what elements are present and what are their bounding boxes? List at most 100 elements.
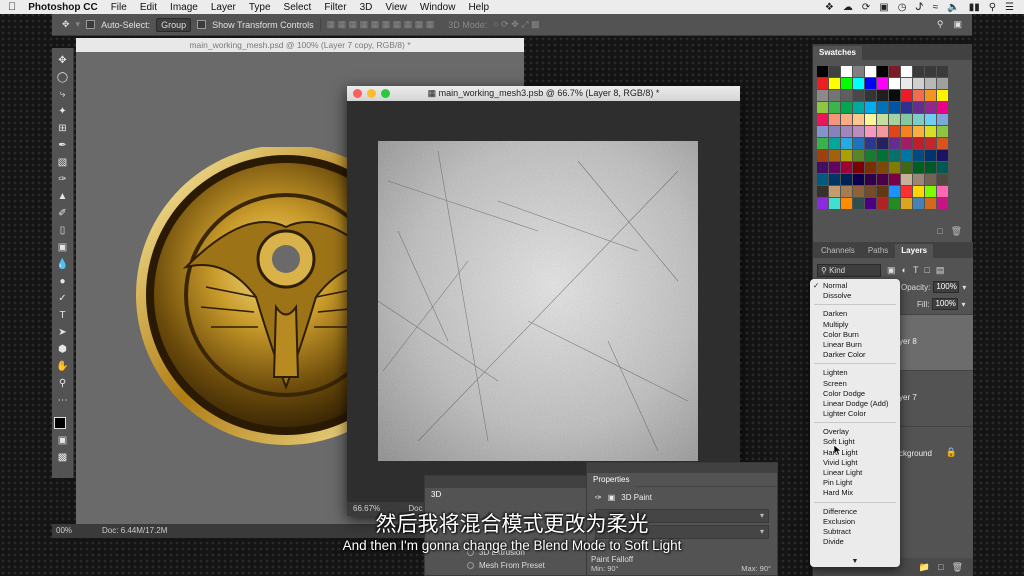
swatch-cell[interactable] [925,150,936,161]
swatch-cell[interactable] [817,150,828,161]
layer-name[interactable]: yer 7 [899,393,917,402]
swatch-cell[interactable] [913,90,924,101]
blend-mode-item[interactable]: Color Burn [810,330,900,340]
swatch-cell[interactable] [853,174,864,185]
swatch-cell[interactable] [889,150,900,161]
swatch-cell[interactable] [841,174,852,185]
menu-layer[interactable]: Layer [211,2,236,13]
canvas-area-front[interactable] [347,101,740,502]
layer-name[interactable]: yer 8 [899,337,917,346]
document-titlebar-front[interactable]: ▦ main_working_mesh3.psb @ 66.7% (Layer … [347,86,740,101]
notification-icon[interactable]: ☰ [1005,2,1014,13]
swatch-cell[interactable] [889,138,900,149]
display-icon[interactable]: ▣ [879,2,888,13]
blend-mode-item[interactable]: Vivid Light [810,458,900,468]
blend-mode-item[interactable]: Dissolve [810,291,900,301]
scratched-metal-texture[interactable] [378,141,698,461]
swatch-cell[interactable] [889,90,900,101]
swatch-cell[interactable] [913,186,924,197]
new-layer-icon[interactable]: □ [938,562,943,572]
swatch-cell[interactable] [841,138,852,149]
type-filter-icon[interactable]: T [913,265,919,275]
foreground-color[interactable] [53,417,66,429]
path-selection-icon[interactable]: ➤ [55,326,71,340]
sync-icon[interactable]: ⟳ [862,2,870,13]
swatch-cell[interactable] [925,138,936,149]
swatch-cell[interactable] [817,102,828,113]
new-group-icon[interactable]: 📁 [919,562,930,573]
swatch-cell[interactable] [865,150,876,161]
max-value[interactable]: 90° [760,564,771,573]
swatch-cell[interactable] [841,102,852,113]
scroll-down-icon[interactable]: ▼ [810,558,900,565]
swatch-cell[interactable] [817,186,828,197]
fill-input[interactable]: 100% [932,298,959,310]
app-name[interactable]: Photoshop CC [28,2,97,13]
swatch-cell[interactable] [841,150,852,161]
swatch-cell[interactable] [829,186,840,197]
blend-mode-item[interactable]: Hard Mix [810,488,900,498]
menu-select[interactable]: Select [284,2,312,13]
swatch-cell[interactable] [889,102,900,113]
swatch-cell[interactable] [829,102,840,113]
gradient-tool-icon[interactable]: ▣ [55,241,71,255]
swatch-cell[interactable] [901,90,912,101]
swatch-cell[interactable] [889,162,900,173]
swatch-cell[interactable] [889,78,900,89]
swatch-cell[interactable] [925,90,936,101]
option-mesh-from-preset[interactable]: Mesh From Preset [425,559,591,572]
swatch-cell[interactable] [913,162,924,173]
swatch-cell[interactable] [913,78,924,89]
tab-paths[interactable]: Paths [862,244,894,258]
blur-tool-icon[interactable]: 💧 [55,258,71,272]
swatch-cell[interactable] [937,198,948,209]
menu-help[interactable]: Help [468,2,489,13]
swatch-cell[interactable] [877,90,888,101]
swatch-cell[interactable] [889,174,900,185]
swatch-cell[interactable] [889,114,900,125]
new-swatch-icon[interactable]: □ [937,226,942,237]
swatch-cell[interactable] [829,78,840,89]
swatch-cell[interactable] [937,102,948,113]
swatch-cell[interactable] [865,66,876,77]
swatch-cell[interactable] [901,198,912,209]
pen-tool-icon[interactable]: ✓ [55,292,71,306]
panel-3d-header[interactable] [425,476,591,488]
menu-window[interactable]: Window [420,2,456,13]
tab-properties[interactable]: Properties [587,473,636,487]
swatch-cell[interactable] [877,138,888,149]
hand-tool-icon[interactable]: ✋ [55,360,71,374]
3d-mode-icons[interactable]: ○ ⟳ ✥ ⤢ ▩ [493,19,539,30]
swatch-cell[interactable] [925,66,936,77]
swatch-cell[interactable] [853,162,864,173]
minimize-window-button[interactable] [367,89,376,98]
swatch-cell[interactable] [913,126,924,137]
history-brush-icon[interactable]: ✐ [55,207,71,221]
swatch-cell[interactable] [877,114,888,125]
swatch-cell[interactable] [865,126,876,137]
shape-tool-icon[interactable]: ⬢ [55,343,71,357]
swatch-cell[interactable] [937,126,948,137]
swatch-cell[interactable] [925,114,936,125]
swatch-cell[interactable] [937,90,948,101]
delete-layer-icon[interactable]: 🗑 [952,562,963,573]
swatch-cell[interactable] [865,162,876,173]
swatch-cell[interactable] [853,186,864,197]
swatch-cell[interactable] [925,186,936,197]
swatch-cell[interactable] [925,78,936,89]
blend-mode-item[interactable]: Linear Light [810,468,900,478]
blend-mode-item[interactable]: Soft Light [810,437,900,447]
swatch-cell[interactable] [817,114,828,125]
menu-image[interactable]: Image [170,2,198,13]
swatch-cell[interactable] [865,90,876,101]
move-tool-icon[interactable]: ✥ [62,19,70,30]
swatch-cell[interactable] [925,102,936,113]
magic-wand-icon[interactable]: ✦ [55,105,71,119]
lasso-tool-icon[interactable]: ⤷ [55,88,71,102]
swatch-cell[interactable] [877,102,888,113]
swatch-cell[interactable] [901,66,912,77]
opacity-input[interactable]: 100% [933,281,960,293]
brush-tool-icon[interactable]: ✑ [55,173,71,187]
tab-3d[interactable]: 3D [425,488,591,502]
layer-name[interactable]: ckground [899,449,932,458]
